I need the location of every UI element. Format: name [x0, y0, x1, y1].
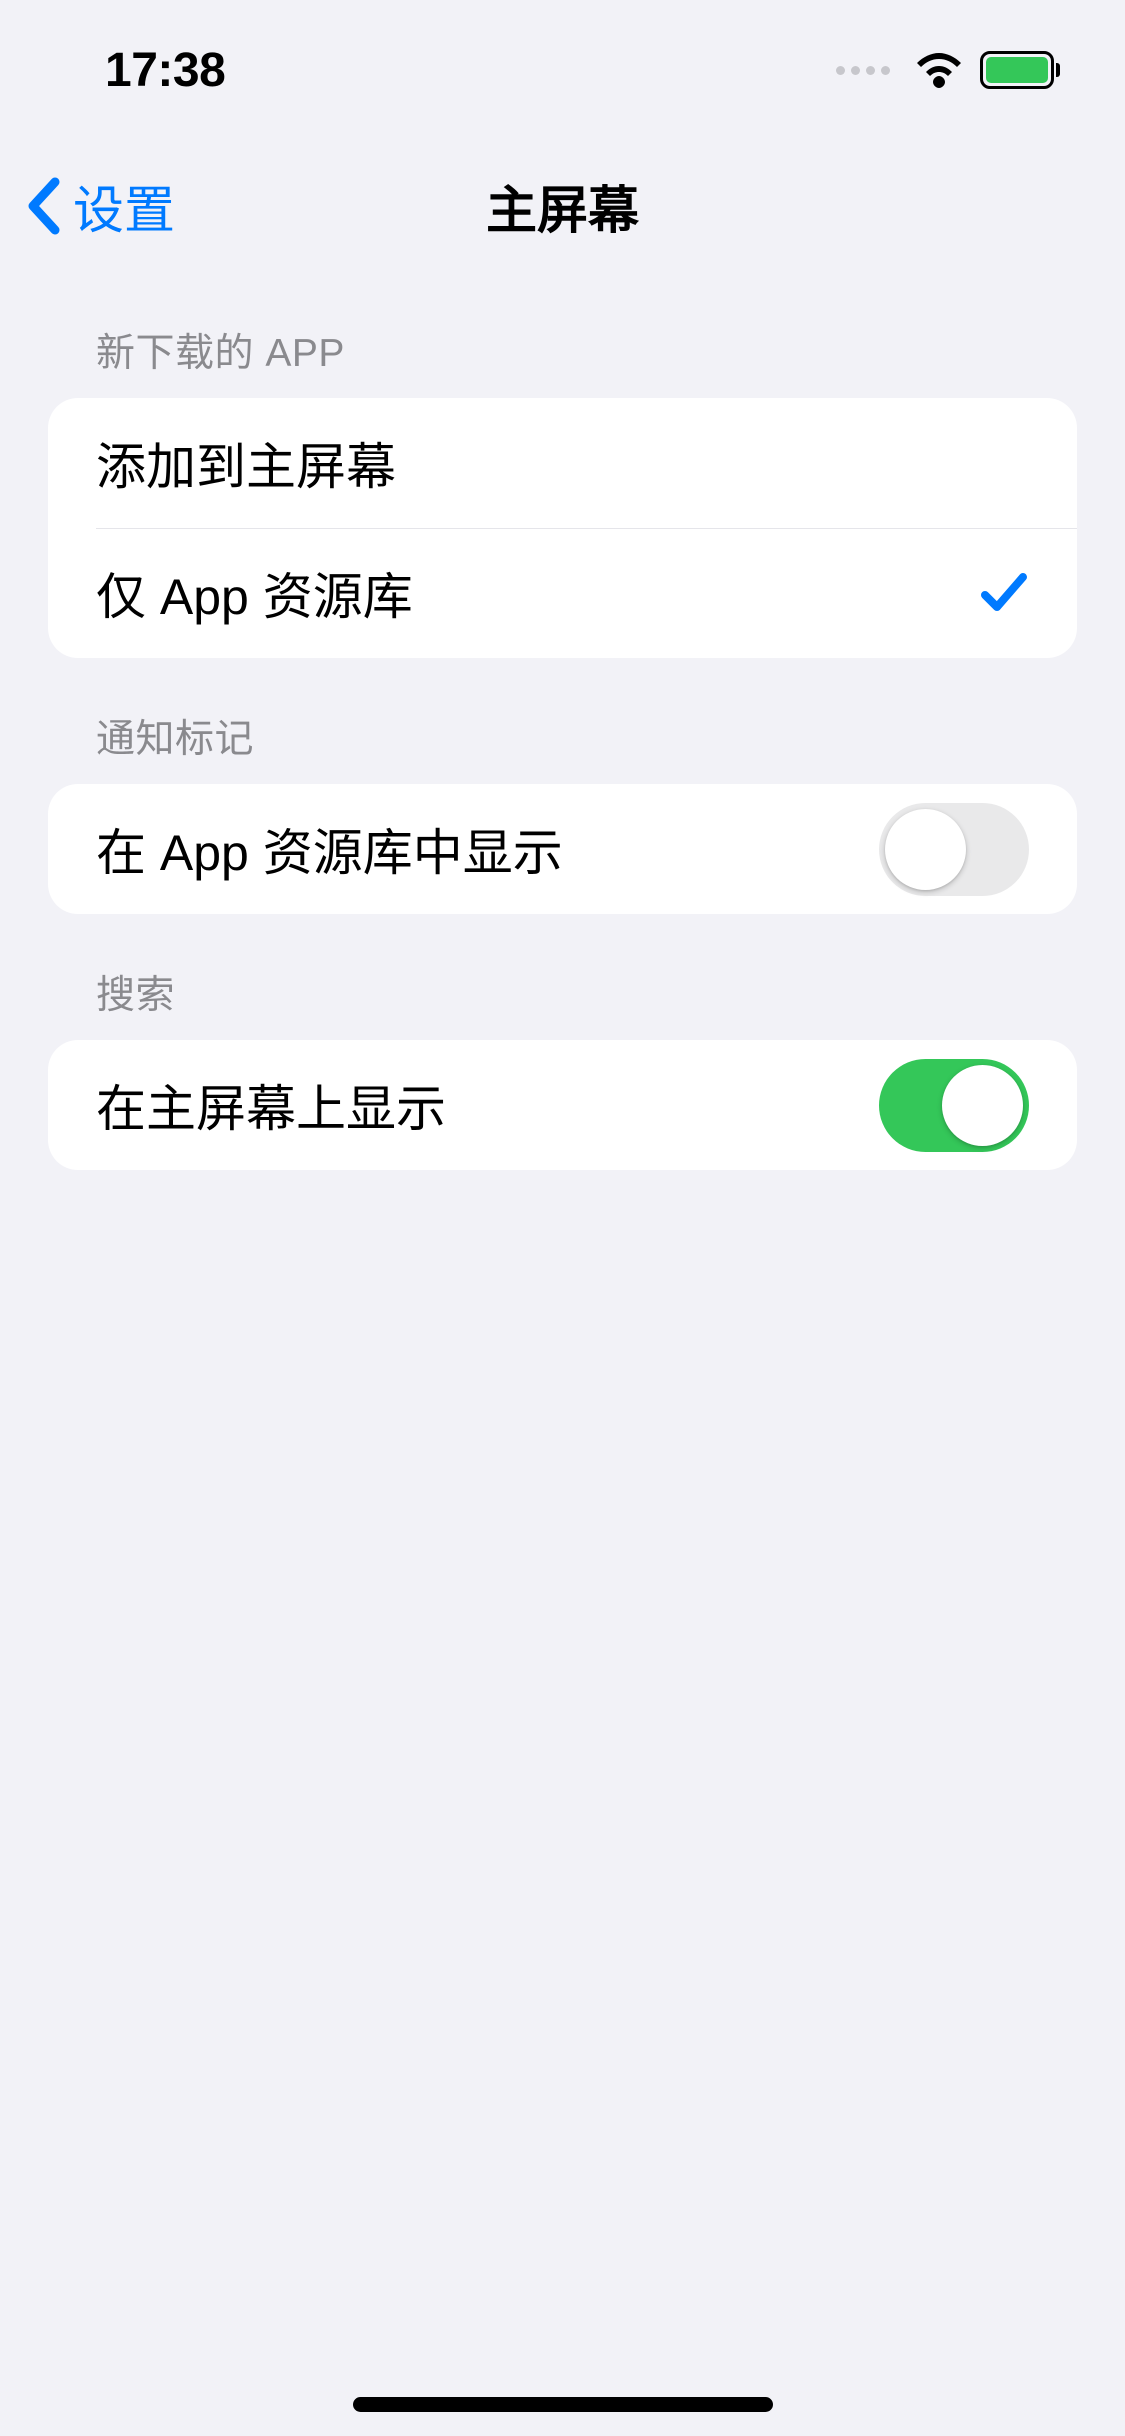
- section-header-new-downloads: 新下载的 APP: [48, 272, 1077, 398]
- wifi-icon: [914, 52, 964, 88]
- row-show-in-app-library: 在 App 资源库中显示: [48, 784, 1077, 914]
- status-time: 17:38: [105, 43, 225, 98]
- group-notification-badges: 在 App 资源库中显示: [48, 784, 1077, 914]
- cellular-dots-icon: [836, 66, 890, 75]
- back-label: 设置: [73, 169, 175, 243]
- toggle-show-in-app-library[interactable]: [879, 803, 1029, 896]
- section-header-search: 搜索: [48, 914, 1077, 1040]
- toggle-show-on-home[interactable]: [879, 1059, 1029, 1152]
- page-title: 主屏幕: [486, 169, 639, 243]
- status-bar: 17:38: [0, 0, 1125, 140]
- row-label: 在主屏幕上显示: [96, 1069, 446, 1141]
- chevron-left-icon: [25, 176, 61, 236]
- option-add-to-home[interactable]: 添加到主屏幕: [48, 398, 1077, 528]
- row-label: 在 App 资源库中显示: [96, 813, 563, 885]
- back-button[interactable]: 设置: [25, 169, 175, 243]
- option-app-library-only[interactable]: 仅 App 资源库: [48, 528, 1077, 658]
- option-label: 添加到主屏幕: [96, 427, 396, 499]
- battery-icon: [980, 51, 1060, 89]
- content: 新下载的 APP 添加到主屏幕 仅 App 资源库 通知标记 在 App 资源库…: [0, 272, 1125, 1170]
- group-search: 在主屏幕上显示: [48, 1040, 1077, 1170]
- group-new-downloads: 添加到主屏幕 仅 App 资源库: [48, 398, 1077, 658]
- option-label: 仅 App 资源库: [96, 557, 413, 629]
- home-indicator[interactable]: [353, 2397, 773, 2412]
- checkmark-icon: [979, 569, 1029, 617]
- section-header-notification-badges: 通知标记: [48, 658, 1077, 784]
- status-right: [836, 51, 1060, 89]
- row-show-on-home: 在主屏幕上显示: [48, 1040, 1077, 1170]
- nav-bar: 设置 主屏幕: [0, 140, 1125, 272]
